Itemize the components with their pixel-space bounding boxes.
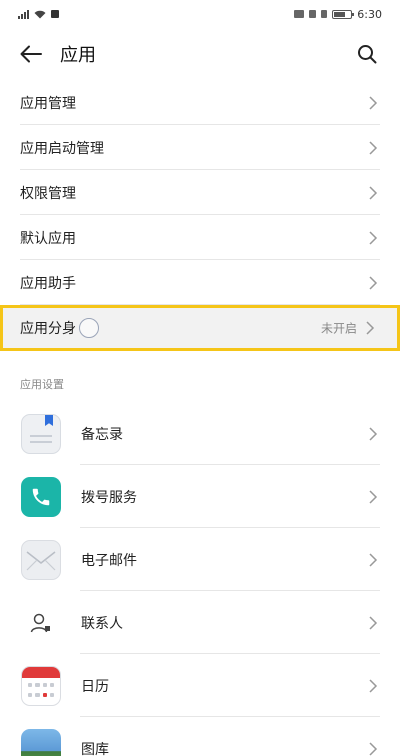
alarm-icon (309, 10, 317, 18)
chevron-right-icon (369, 275, 378, 290)
menu-item-permissions[interactable]: 权限管理 (0, 170, 400, 215)
chevron-right-icon (369, 615, 378, 630)
app-item-notes[interactable]: 备忘录 (0, 402, 400, 465)
app-item-contacts[interactable]: 联系人 (0, 591, 400, 654)
phone-icon (21, 477, 61, 517)
back-button[interactable] (16, 39, 46, 69)
chevron-right-icon (369, 185, 378, 200)
battery-icon (332, 9, 355, 19)
chevron-right-icon (369, 95, 378, 110)
app-label: 拨号服务 (81, 489, 137, 506)
menu-item-label: 应用管理 (20, 95, 76, 112)
menu-item-label: 应用分身 (20, 321, 76, 337)
settings-menu: 应用管理 应用启动管理 权限管理 默认应用 应用助手 应用分身 未开启 (0, 80, 400, 351)
chevron-right-icon (369, 552, 378, 567)
mail-icon (21, 540, 61, 580)
app-item-dialer[interactable]: 拨号服务 (0, 465, 400, 528)
nfc-icon (294, 10, 305, 18)
app-label: 备忘录 (81, 426, 123, 443)
wifi-icon (34, 10, 46, 19)
chevron-right-icon (369, 230, 378, 245)
menu-item-app-launch[interactable]: 应用启动管理 (0, 125, 400, 170)
menu-item-label: 应用启动管理 (20, 140, 104, 157)
menu-item-label: 权限管理 (20, 185, 76, 202)
search-icon (358, 45, 377, 64)
app-header: 应用 (0, 28, 400, 80)
touch-indicator (79, 318, 99, 338)
app-label: 日历 (81, 678, 109, 695)
status-left (18, 9, 59, 19)
app-label: 图库 (81, 741, 109, 756)
chevron-right-icon (369, 741, 378, 756)
menu-item-app-assistant[interactable]: 应用助手 (0, 260, 400, 305)
chevron-right-icon (369, 426, 378, 441)
app-item-gallery[interactable]: 图库 (0, 717, 400, 756)
status-bar: 6:30 (0, 0, 400, 28)
chevron-right-icon (369, 489, 378, 504)
chevron-right-icon (369, 678, 378, 693)
app-list: 备忘录 拨号服务 电子邮件 联系人 日历 图库 (0, 402, 400, 756)
menu-item-label: 默认应用 (20, 230, 76, 247)
app-label: 电子邮件 (81, 552, 137, 569)
notes-icon (21, 414, 61, 454)
app-item-calendar[interactable]: 日历 (0, 654, 400, 717)
menu-item-app-twin[interactable]: 应用分身 未开启 (0, 305, 400, 351)
contacts-icon (21, 603, 61, 643)
notification-icon (51, 10, 59, 18)
calendar-icon (21, 666, 61, 706)
menu-item-app-management[interactable]: 应用管理 (0, 80, 400, 125)
section-header-app-settings: 应用设置 (20, 378, 64, 391)
signal-icon (18, 9, 29, 19)
menu-item-status: 未开启 (320, 321, 357, 336)
menu-item-default-apps[interactable]: 默认应用 (0, 215, 400, 260)
menu-item-label: 应用助手 (20, 275, 76, 292)
page-title: 应用 (60, 45, 96, 66)
search-button[interactable] (352, 39, 382, 69)
gallery-icon (21, 729, 61, 756)
app-label: 联系人 (81, 615, 123, 632)
status-right: 6:30 (294, 8, 382, 21)
status-time: 6:30 (357, 7, 382, 21)
arrow-left-icon (20, 45, 42, 63)
app-item-email[interactable]: 电子邮件 (0, 528, 400, 591)
chevron-right-icon (366, 321, 375, 335)
vibrate-icon (321, 10, 328, 18)
chevron-right-icon (369, 140, 378, 155)
